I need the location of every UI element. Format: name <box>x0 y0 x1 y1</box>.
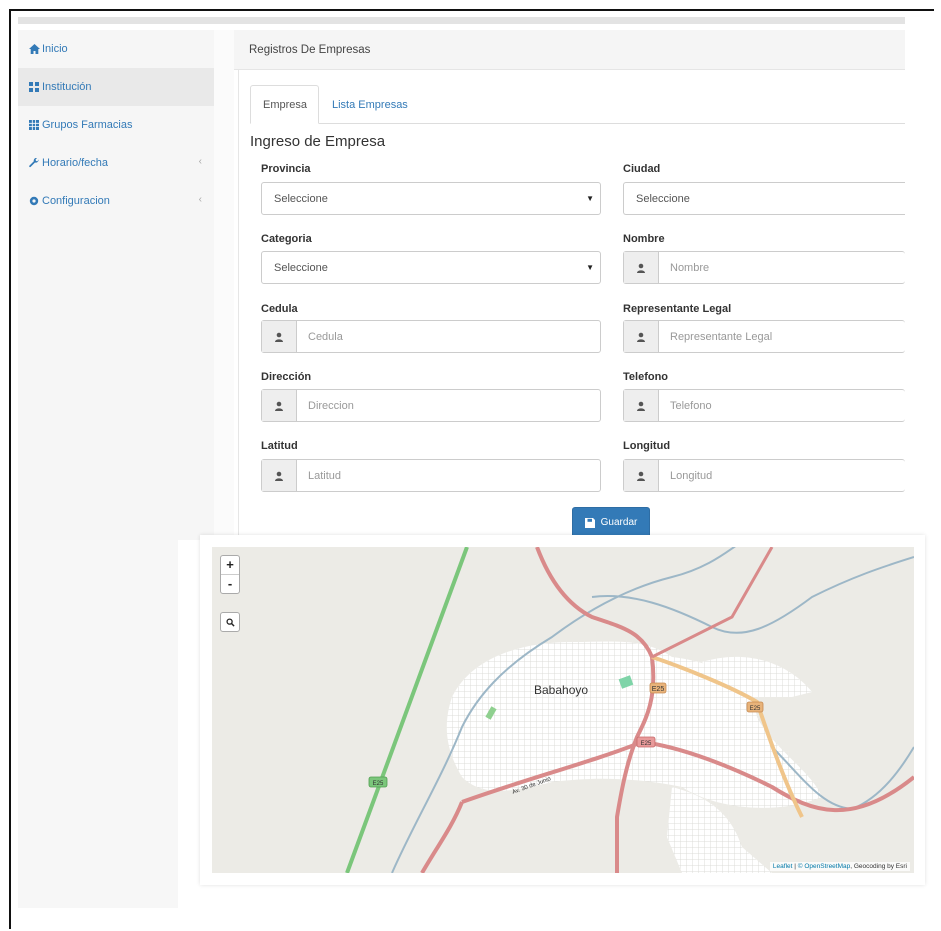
user-icon <box>262 321 297 352</box>
zoom-in-button[interactable]: + <box>221 556 239 574</box>
sidebar-item-horario-fecha[interactable]: Horario/fecha ‹ <box>18 144 214 182</box>
caret-down-icon: ▼ <box>586 263 594 272</box>
ciudad-value: Seleccione <box>636 192 690 205</box>
content-gutter <box>214 30 234 540</box>
ciudad-select[interactable]: Seleccione <box>623 182 905 215</box>
chevron-left-icon: ‹ <box>198 194 202 205</box>
categoria-select[interactable]: Seleccione ▼ <box>261 251 601 284</box>
user-icon <box>624 460 659 491</box>
geocoder-search-button[interactable] <box>220 612 240 632</box>
representante-input[interactable] <box>659 321 905 352</box>
categoria-label: Categoria <box>261 233 312 245</box>
cedula-input[interactable] <box>297 321 600 352</box>
provincia-value: Seleccione <box>274 192 328 205</box>
map-tiles: E25E25E25E25 Av. 30 de Junio <box>345 547 914 873</box>
user-icon <box>624 321 659 352</box>
ciudad-label: Ciudad <box>623 163 661 175</box>
tab-bar: Empresa Lista Empresas <box>250 85 905 124</box>
user-icon <box>624 252 659 283</box>
road-label: E25 <box>641 741 652 747</box>
map-view[interactable]: E25 E25 E25 E25 Av. 30 de Junio + - Babahoyo… <box>212 547 914 873</box>
direccion-input[interactable] <box>297 390 600 421</box>
latitud-input[interactable] <box>297 460 600 491</box>
representante-label: Representante Legal <box>623 303 732 315</box>
top-bar <box>18 17 905 24</box>
direccion-input-group <box>261 389 601 422</box>
river-line <box>591 556 914 634</box>
sidebar-footer-area <box>18 540 178 908</box>
grid-icon <box>28 81 40 93</box>
telefono-label: Telefono <box>623 371 669 383</box>
map-city-label: Babahoyo <box>534 683 589 697</box>
latitud-input-group <box>261 459 601 492</box>
sidebar-item-label: Inicio <box>42 43 68 55</box>
tab-empresa[interactable]: Empresa <box>250 85 319 124</box>
direccion-label: Dirección <box>261 371 312 383</box>
zoom-control: + - <box>220 555 240 594</box>
user-icon <box>624 390 659 421</box>
save-button[interactable]: Guardar <box>572 507 650 538</box>
sidebar-item-label: Institución <box>42 81 92 93</box>
road-label: E25 <box>373 781 384 787</box>
sidebar-item-institucion[interactable]: Institución <box>18 68 214 106</box>
leaflet-link[interactable]: Leaflet <box>773 863 793 870</box>
osm-link[interactable]: © OpenStreetMap <box>798 863 850 870</box>
latitud-label: Latitud <box>261 440 298 452</box>
longitud-input-group <box>623 459 905 492</box>
zoom-out-button[interactable]: - <box>221 574 239 593</box>
page-title: Registros De Empresas <box>249 43 371 56</box>
table-icon <box>28 119 40 131</box>
form-title: Ingreso de Empresa <box>250 133 386 150</box>
wrench-icon <box>28 157 40 169</box>
tab-lista-empresas[interactable]: Lista Empresas <box>320 85 420 124</box>
sidebar-item-label: Grupos Farmacias <box>42 119 133 131</box>
sidebar-item-inicio[interactable]: Inicio <box>18 30 214 68</box>
home-icon <box>28 43 40 55</box>
user-icon <box>262 390 297 421</box>
tab-label: Empresa <box>263 98 308 111</box>
main-road <box>651 547 774 659</box>
longitud-label: Longitud <box>623 440 671 452</box>
gear-icon <box>28 196 40 207</box>
longitud-input[interactable] <box>659 460 905 491</box>
main-road <box>420 801 464 873</box>
telefono-input[interactable] <box>659 390 905 421</box>
nombre-input-group <box>623 251 905 284</box>
cedula-label: Cedula <box>261 303 298 315</box>
sidebar-item-label: Horario/fecha <box>42 157 109 169</box>
road-label: E25 <box>652 686 665 693</box>
caret-down-icon: ▼ <box>586 194 594 203</box>
page-header: Registros De Empresas <box>234 30 905 70</box>
nombre-input[interactable] <box>659 252 905 283</box>
tab-label: Lista Empresas <box>332 98 408 111</box>
representante-input-group <box>623 320 905 353</box>
sidebar-item-configuracion[interactable]: Configuracion ‹ <box>18 182 214 220</box>
save-label: Guardar <box>600 517 638 528</box>
chevron-left-icon: ‹ <box>198 156 202 167</box>
road-label: E25 <box>750 706 761 712</box>
map-attribution: Leaflet | © OpenStreetMap, Geocoding by … <box>769 862 910 871</box>
geocoding-credit: Geocoding by Esri <box>853 863 907 870</box>
sidebar: Inicio Institución Grupos Farmacias Hora… <box>18 30 214 540</box>
save-icon <box>584 517 595 528</box>
provincia-select[interactable]: Seleccione ▼ <box>261 182 601 215</box>
user-icon <box>262 460 297 491</box>
cedula-input-group <box>261 320 601 353</box>
sidebar-item-label: Configuracion <box>42 195 110 207</box>
provincia-label: Provincia <box>261 163 311 175</box>
categoria-value: Seleccione <box>274 261 328 274</box>
sidebar-item-grupos-farmacias[interactable]: Grupos Farmacias <box>18 106 214 144</box>
telefono-input-group <box>623 389 905 422</box>
search-icon <box>225 617 235 627</box>
nombre-label: Nombre <box>623 233 665 245</box>
